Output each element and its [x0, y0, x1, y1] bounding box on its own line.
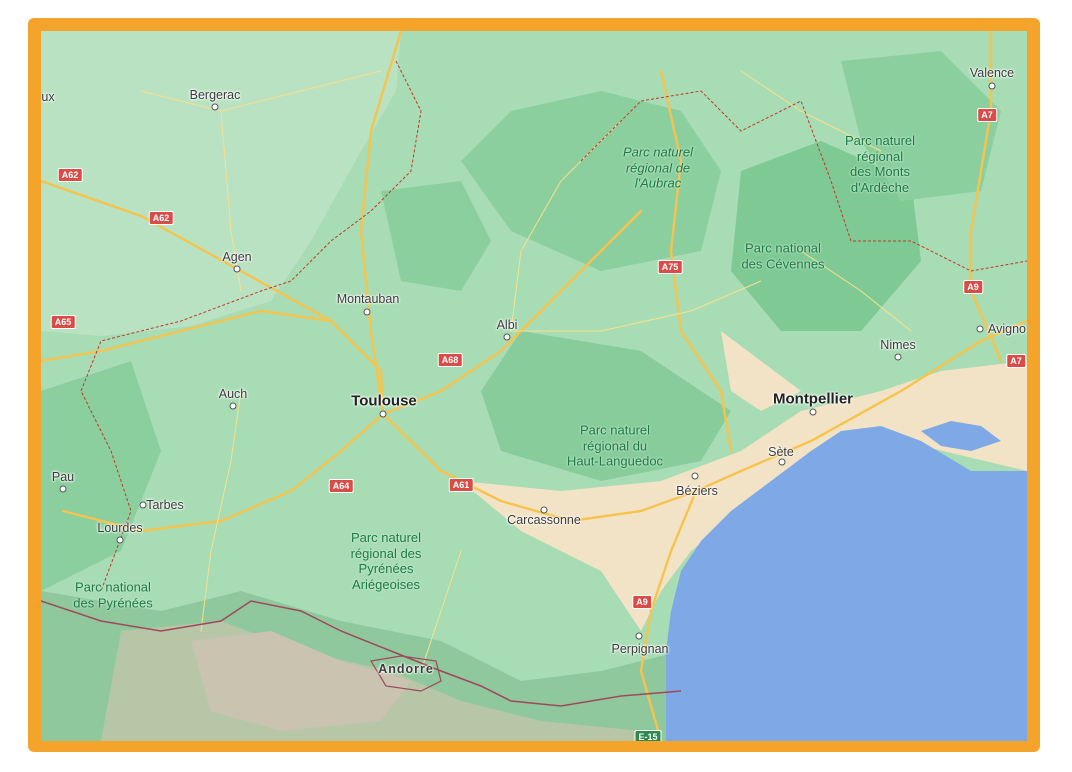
city-label-beziers: Béziers [676, 483, 718, 498]
road-shield-a75: A75 [657, 260, 683, 274]
city-label-valence: Valence [969, 65, 1015, 80]
road-shield-a61: A61 [448, 478, 474, 492]
city-label-sete: Sète [768, 444, 794, 459]
road-shield-a7: A7 [977, 108, 997, 122]
city-dot-agen [233, 265, 241, 273]
city-label-tarbes: Tarbes [146, 497, 184, 512]
city-label-lourdes: Lourdes [97, 520, 143, 535]
city-label-carcassonne: Carcassonne [507, 512, 581, 527]
city-dot-auch [229, 402, 237, 410]
city-dot-beziers [691, 472, 699, 480]
map-canvas[interactable]: Parc naturel régional de l'Aubrac Parc n… [41, 31, 1027, 741]
city-dot-tarbes [139, 501, 147, 509]
park-label-haut-languedoc: Parc naturel régional du Haut-Languedoc [566, 422, 664, 469]
city-dot-albi [503, 333, 511, 341]
city-dot-perpignan [635, 632, 643, 640]
road-shield-a65: A65 [50, 315, 76, 329]
city-dot-montpellier [809, 408, 817, 416]
city-dot-toulouse [379, 410, 387, 418]
city-label-montauban: Montauban [336, 291, 400, 306]
city-dot-valence [988, 82, 996, 90]
road-shield-a62: A62 [57, 168, 83, 182]
park-label-ariegeoises: Parc naturel régional des Pyrénées Ariég… [350, 529, 422, 592]
park-label-aubrac: Parc naturel régional de l'Aubrac [622, 144, 694, 191]
park-label-cevennes: Parc national des Cévennes [741, 240, 825, 271]
city-label-nimes: Nimes [880, 337, 916, 352]
city-dot-montauban [363, 308, 371, 316]
city-label-agen: Agen [222, 249, 252, 264]
road-shield-a9: A9 [632, 595, 652, 609]
city-label-pau: Pau [51, 469, 75, 484]
city-dot-carcassonne [540, 506, 548, 514]
city-label-albi: Albi [496, 317, 518, 332]
park-label-ardeche: Parc naturel régional des Monts d'Ardèch… [844, 132, 916, 195]
road-shield-a68: A68 [437, 353, 463, 367]
city-label-auch: Auch [218, 386, 248, 401]
city-label-bergerac: Bergerac [189, 87, 241, 102]
road-shield-e15: E-15 [634, 730, 662, 741]
city-label-toulouse: Toulouse [351, 392, 417, 410]
city-dot-lourdes [116, 536, 124, 544]
city-label-avignon: Avigno [988, 321, 1026, 336]
road-shield-a7: A7 [1006, 354, 1026, 368]
road-shield-a64: A64 [328, 479, 354, 493]
city-dot-bergerac [211, 103, 219, 111]
city-label-aux: ux [41, 89, 55, 104]
city-dot-pau [59, 485, 67, 493]
city-dot-sete [778, 458, 786, 466]
country-label-andorre: Andorre [378, 661, 434, 676]
city-dot-nimes [894, 353, 902, 361]
road-shield-a62: A62 [148, 211, 174, 225]
city-label-montpellier: Montpellier [772, 390, 854, 408]
park-label-pyrenees: Parc national des Pyrénées [73, 579, 153, 610]
road-shield-a9: A9 [963, 280, 983, 294]
city-dot-avignon [976, 325, 984, 333]
city-label-perpignan: Perpignan [611, 641, 669, 656]
